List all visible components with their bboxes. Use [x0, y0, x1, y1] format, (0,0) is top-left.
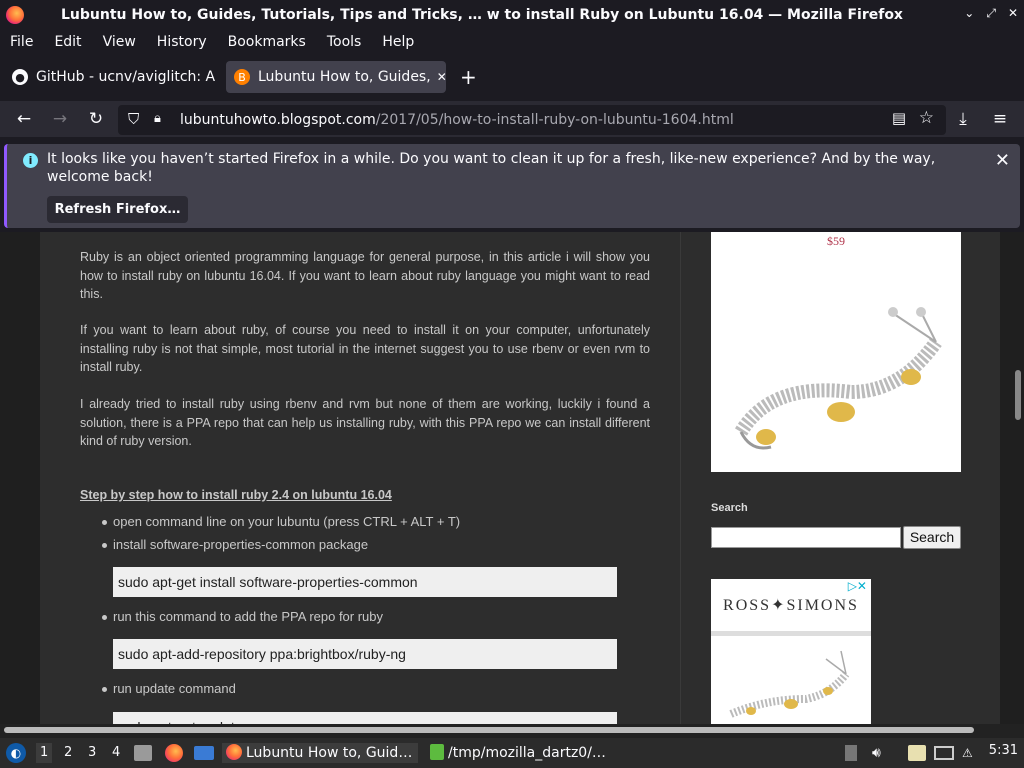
workspace-1[interactable]: 1 [36, 743, 53, 763]
url-path: /2017/05/how-to-install-ruby-on-lubuntu-… [375, 112, 734, 128]
bookmark-star-icon[interactable]: ☆ [919, 108, 934, 128]
taskbar-window-terminal[interactable]: /tmp/mozilla_dartz0/… [426, 743, 622, 763]
ad-divider [711, 631, 871, 636]
clock[interactable]: 5:31 [989, 743, 1018, 758]
maximize-icon[interactable]: ⤢ [986, 6, 996, 21]
code-block: sudo apt-get update [113, 712, 617, 724]
adchoices-icon[interactable]: ▷✕ [848, 579, 867, 593]
new-tab-button[interactable]: + [460, 67, 477, 87]
ad-brand: ROSS✦SIMONS [723, 597, 859, 614]
step-item: open command line on your lubuntu (press… [101, 514, 461, 529]
paragraph-1: Ruby is an object oriented programming l… [80, 250, 650, 301]
network-icon[interactable] [934, 746, 954, 760]
minimize-icon[interactable]: ⌄ [964, 6, 974, 21]
step-item: install software-properties-common packa… [101, 537, 369, 552]
menu-history[interactable]: History [157, 34, 207, 50]
left-gutter [0, 232, 40, 724]
lubuntu-menu-icon[interactable]: ◐ [6, 743, 26, 763]
ross-simons-ad[interactable]: ▷✕ ROSS✦SIMONS [711, 579, 871, 724]
tab-label: Lubuntu How to, Guides, [258, 69, 431, 85]
close-tab-icon[interactable]: ✕ [215, 70, 222, 84]
info-icon: i [23, 153, 38, 168]
shield-icon[interactable]: ⛉ [128, 110, 139, 128]
archive-icon [430, 744, 444, 760]
window-title: Lubuntu How to, Guides, Tutorials, Tips … [61, 6, 903, 23]
taskbar-window-label: /tmp/mozilla_dartz0/… [448, 745, 606, 761]
bracelet-image [734, 307, 942, 450]
paragraph-2: If you want to learn about ruby, of cour… [80, 323, 650, 374]
sidebar: $59 Search Search ▷✕ ROSS✦SIMONS [680, 232, 1000, 724]
volume-icon[interactable]: 🔊︎ [872, 743, 881, 763]
file-manager-icon[interactable] [134, 745, 152, 761]
url-bar[interactable]: ⛉ 🔒︎ lubuntuhowto.blogspot.com/2017/05/h… [118, 105, 946, 135]
blogger-icon: B [234, 69, 250, 85]
advertisement[interactable]: $59 [711, 232, 961, 472]
show-desktop-icon[interactable] [194, 746, 214, 760]
window-controls: ⌄ ⤢ ✕ [964, 6, 1018, 21]
lock-icon[interactable]: 🔒︎ [154, 111, 161, 126]
step-item: run update command [102, 681, 236, 696]
menu-view[interactable]: View [103, 34, 136, 50]
horizontal-scrollbar[interactable] [0, 724, 1024, 738]
close-window-icon[interactable]: ✕ [1008, 6, 1018, 21]
navigation-toolbar: ← → ↻ ⛉ 🔒︎ lubuntuhowto.blogspot.com/201… [0, 101, 1024, 137]
battery-icon[interactable] [845, 745, 857, 761]
code-block: sudo apt-get install software-properties… [113, 567, 617, 597]
code-block: sudo apt-add-repository ppa:brightbox/ru… [113, 639, 617, 669]
search-input[interactable] [711, 527, 901, 548]
vertical-scrollbar[interactable] [1015, 370, 1021, 420]
reader-view-icon[interactable]: ▤ [892, 109, 906, 127]
back-button[interactable]: ← [14, 109, 34, 129]
tab-lubuntu[interactable]: B Lubuntu How to, Guides, ✕ [226, 61, 446, 93]
menu-edit[interactable]: Edit [54, 34, 81, 50]
tab-github[interactable]: ● GitHub - ucnv/aviglitch: A ✕ [4, 61, 222, 93]
page-content: Ruby is an object oriented programming l… [0, 232, 1024, 724]
step-item: run this command to add the PPA repo for… [101, 609, 384, 624]
close-tab-icon[interactable]: ✕ [431, 70, 446, 84]
workspace-4[interactable]: 4 [112, 743, 120, 763]
search-heading: Search [711, 502, 748, 514]
tab-bar: ● GitHub - ucnv/aviglitch: A ✕ B Lubuntu… [0, 57, 1024, 97]
firefox-launcher-icon[interactable] [165, 744, 183, 762]
horizontal-scroll-thumb[interactable] [4, 727, 974, 733]
github-icon: ● [12, 69, 28, 85]
bracelet-thumbnail [729, 650, 850, 718]
firefox-icon [226, 744, 242, 760]
forward-button[interactable]: → [50, 109, 70, 129]
taskbar: ◐ 1 2 3 4 Lubuntu How to, Guid… /tmp/moz… [0, 738, 1024, 768]
menu-help[interactable]: Help [382, 34, 414, 50]
url-host: lubuntuhowto.blogspot.com [180, 112, 376, 128]
menu-bookmarks[interactable]: Bookmarks [228, 34, 306, 50]
workspace-2[interactable]: 2 [64, 743, 72, 763]
menu-bar: File Edit View History Bookmarks Tools H… [0, 29, 1024, 54]
taskbar-window-label: Lubuntu How to, Guid… [246, 745, 413, 761]
menu-file[interactable]: File [10, 34, 33, 50]
right-gutter [1000, 232, 1024, 724]
paragraph-3: I already tried to install ruby using rb… [80, 397, 650, 448]
updates-icon[interactable]: ⚠ [962, 743, 973, 763]
workspace-3[interactable]: 3 [88, 743, 96, 763]
steps-heading[interactable]: Step by step how to install ruby 2.4 on … [80, 488, 392, 502]
blog-post: Ruby is an object oriented programming l… [40, 232, 680, 724]
refresh-notification: i It looks like you haven’t started Fire… [4, 144, 1020, 228]
hamburger-menu-icon[interactable]: ≡ [990, 109, 1010, 129]
menu-tools[interactable]: Tools [327, 34, 362, 50]
downloads-icon[interactable]: ⤓ [953, 109, 973, 129]
taskbar-window-firefox[interactable]: Lubuntu How to, Guid… [222, 743, 418, 763]
window-titlebar: Lubuntu How to, Guides, Tutorials, Tips … [0, 0, 1024, 29]
notification-message: It looks like you haven’t started Firefo… [47, 151, 936, 185]
refresh-firefox-button[interactable]: Refresh Firefox… [47, 196, 188, 223]
close-notification-icon[interactable]: ✕ [995, 150, 1010, 171]
clipboard-icon[interactable] [908, 745, 926, 761]
reload-button[interactable]: ↻ [86, 109, 106, 129]
tab-label: GitHub - ucnv/aviglitch: A [36, 69, 216, 85]
search-button[interactable]: Search [903, 526, 961, 549]
